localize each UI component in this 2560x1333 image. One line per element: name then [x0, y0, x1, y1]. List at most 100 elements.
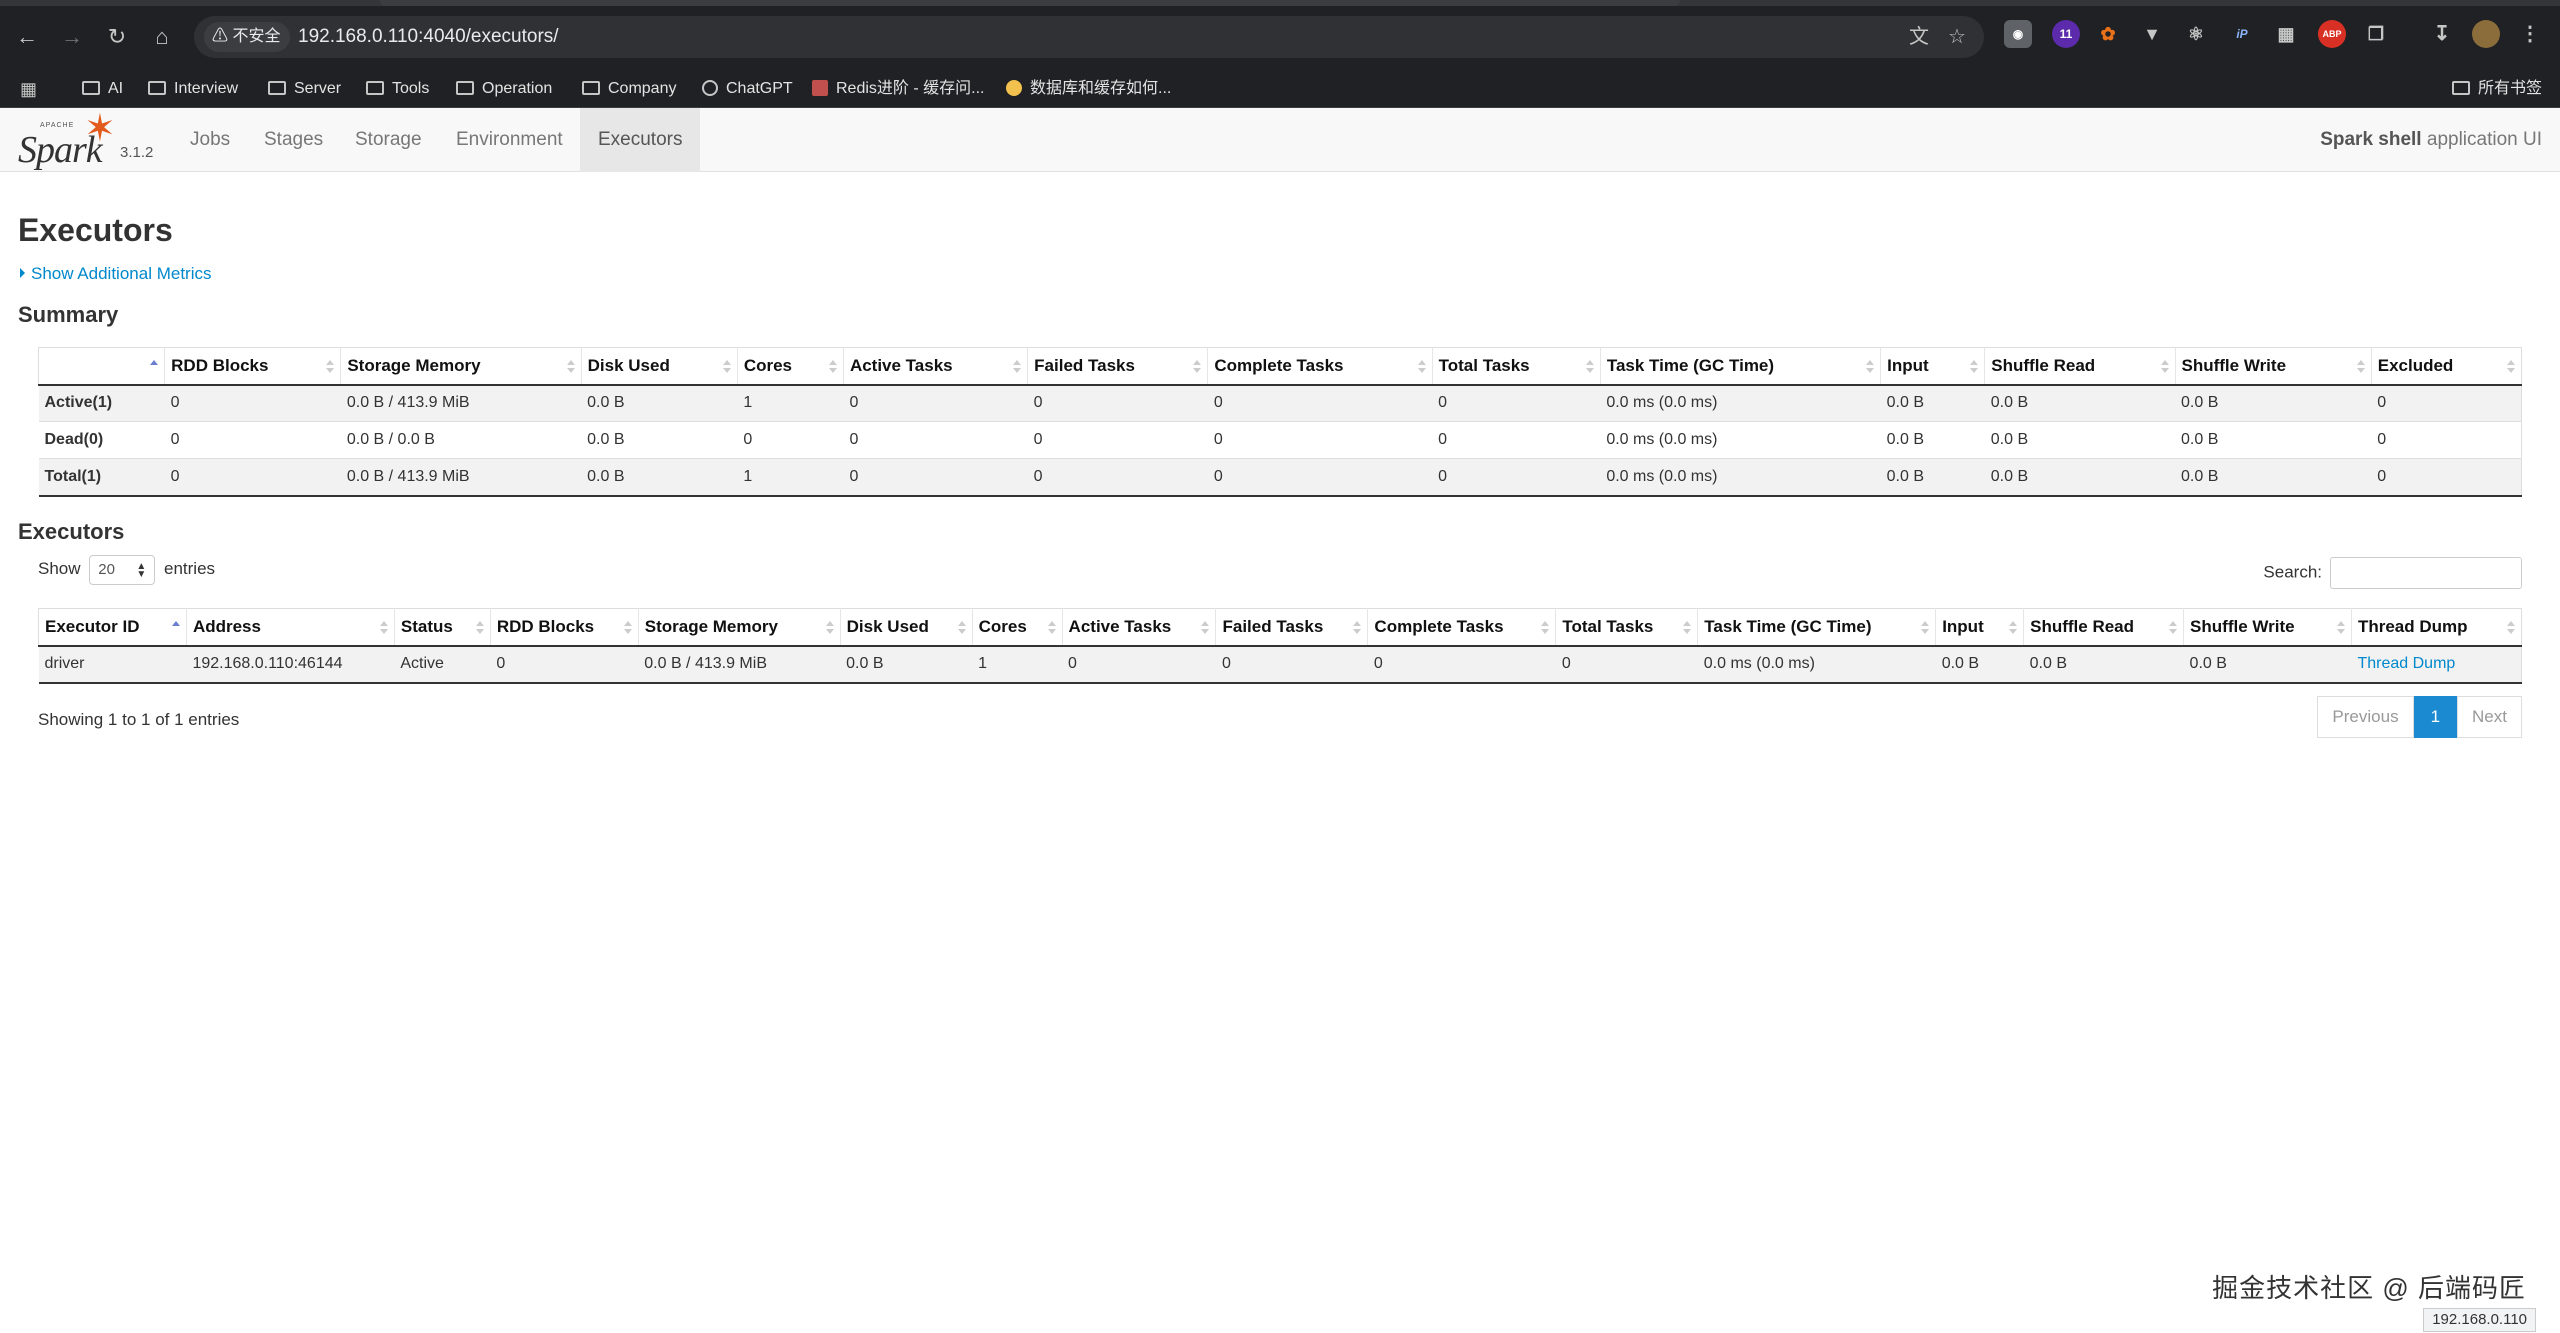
- column-header-disk-used[interactable]: Disk Used: [580, 347, 738, 386]
- extension-badge-icon[interactable]: 11: [2052, 20, 2080, 48]
- column-header-cores[interactable]: Cores: [736, 347, 844, 386]
- spark-star-icon: ✶: [84, 108, 116, 150]
- table-cell: 0: [1027, 458, 1208, 497]
- summary-heading: Summary: [18, 302, 119, 327]
- show-additional-metrics-link[interactable]: Show Additional Metrics: [20, 264, 211, 284]
- reload-icon[interactable]: ↻: [100, 20, 134, 54]
- column-header-storage-memory[interactable]: Storage Memory: [637, 608, 841, 647]
- address-bar[interactable]: ⚠ 不安全 192.168.0.110:4040/executors/ 文 ☆: [194, 16, 1984, 58]
- summary-table: RDD Blocks Storage Memory Disk Used Cores Ac…: [37, 347, 2522, 497]
- table-cell: 0.0 B / 413.9 MiB: [638, 645, 841, 684]
- column-header-address[interactable]: Address: [185, 608, 395, 647]
- extension-vue-icon[interactable]: ▼: [2138, 20, 2166, 48]
- translate-icon[interactable]: 文: [1906, 24, 1932, 50]
- column-header-task-time-gc-time[interactable]: Task Time (GC Time): [1599, 347, 1881, 386]
- sort-icon: [1013, 360, 1022, 374]
- next-button[interactable]: Next: [2457, 696, 2522, 738]
- active-browser-tab[interactable]: [380, 0, 1680, 6]
- table-row: Active(1) 0 0.0 B / 413.9 MiB 0.0 B 1 0 0 0 0 0.0…: [38, 384, 2522, 422]
- apps-grid-icon[interactable]: ▦: [20, 70, 37, 108]
- additional-metrics-label: Show Additional Metrics: [31, 264, 212, 283]
- column-header-input[interactable]: Input: [1880, 347, 1985, 386]
- column-header-label: RDD Blocks: [171, 355, 269, 375]
- column-header-shuffle-read[interactable]: Shuffle Read: [1984, 347, 2175, 386]
- browser-menu-icon[interactable]: ⋮: [2516, 20, 2544, 48]
- table-cell: 0.0 B: [1984, 421, 2175, 459]
- bookmark-company[interactable]: Company: [582, 70, 676, 108]
- column-header-label: Disk Used: [587, 355, 670, 375]
- table-row: driver 192.168.0.110:46144 Active 0 0.0 B / …: [38, 645, 2522, 684]
- home-icon[interactable]: ⌂: [145, 20, 179, 54]
- security-chip[interactable]: ⚠ 不安全: [204, 22, 291, 52]
- table-cell: 0: [1432, 421, 1601, 459]
- column-header-rdd-blocks[interactable]: RDD Blocks: [489, 608, 639, 647]
- bookmark-server[interactable]: Server: [268, 70, 341, 108]
- column-header-excluded[interactable]: Excluded: [2370, 347, 2522, 386]
- download-icon[interactable]: ↧: [2428, 20, 2456, 48]
- column-header-cores[interactable]: Cores: [971, 608, 1063, 647]
- folder-icon: [2451, 81, 2470, 95]
- column-header-complete-tasks[interactable]: Complete Tasks: [1207, 347, 1433, 386]
- table-cell: 0.0 B / 0.0 B: [340, 421, 582, 459]
- previous-button[interactable]: Previous: [2317, 696, 2414, 738]
- column-header-storage-memory[interactable]: Storage Memory: [340, 347, 582, 386]
- column-header-label: RDD Blocks: [496, 616, 595, 636]
- column-header-task-time-gc-time[interactable]: Task Time (GC Time): [1697, 608, 1936, 647]
- search-input[interactable]: [2330, 557, 2522, 589]
- extension-adblock-icon[interactable]: ABP: [2318, 20, 2346, 48]
- bookmark-ai[interactable]: AI: [82, 70, 123, 108]
- column-header-input[interactable]: Input: [1935, 608, 2024, 647]
- extension-react-icon[interactable]: ⚛: [2182, 20, 2210, 48]
- tab-environment[interactable]: Environment: [438, 108, 581, 172]
- tab-storage[interactable]: Storage: [337, 108, 440, 172]
- forward-icon[interactable]: →: [55, 20, 89, 54]
- back-icon[interactable]: ←: [10, 20, 44, 54]
- page-1-button[interactable]: 1: [2413, 696, 2458, 738]
- column-header-row-label[interactable]: [37, 347, 165, 386]
- tab-jobs[interactable]: Jobs: [172, 108, 248, 172]
- column-header-rdd-blocks[interactable]: RDD Blocks: [164, 347, 341, 386]
- thread-dump-link[interactable]: Thread Dump: [2351, 645, 2522, 684]
- extension-ip-icon[interactable]: iP: [2228, 20, 2256, 48]
- url-text[interactable]: 192.168.0.110:4040/executors/: [298, 16, 559, 58]
- column-header-shuffle-write[interactable]: Shuffle Write: [2183, 608, 2352, 647]
- column-header-active-tasks[interactable]: Active Tasks: [1061, 608, 1216, 647]
- column-header-disk-used[interactable]: Disk Used: [839, 608, 973, 647]
- extension-glasses-icon[interactable]: ◉: [2004, 20, 2032, 48]
- tab-executors[interactable]: Executors: [580, 108, 701, 172]
- tab-stages[interactable]: Stages: [246, 108, 341, 172]
- profile-avatar[interactable]: [2472, 20, 2500, 48]
- column-header-status[interactable]: Status: [393, 608, 491, 647]
- all-bookmarks[interactable]: 所有书签: [2451, 70, 2542, 108]
- column-header-executor-id[interactable]: Executor ID: [38, 608, 187, 647]
- page-size-select[interactable]: 20 ▲ ▼: [89, 554, 156, 585]
- column-header-active-tasks[interactable]: Active Tasks: [842, 347, 1028, 386]
- column-header-total-tasks[interactable]: Total Tasks: [1431, 347, 1601, 386]
- column-header-thread-dump[interactable]: Thread Dump: [2350, 608, 2522, 647]
- bookmark-database[interactable]: 数据库和缓存如何...: [1006, 70, 1171, 108]
- column-header-failed-tasks[interactable]: Failed Tasks: [1215, 608, 1368, 647]
- bookmark-operation[interactable]: Operation: [456, 70, 552, 108]
- bookmark-tools[interactable]: Tools: [366, 70, 429, 108]
- table-cell: 0: [1555, 645, 1698, 684]
- extensions-puzzle-icon[interactable]: ❐: [2362, 20, 2390, 48]
- column-header-label: Task Time (GC Time): [1704, 616, 1872, 636]
- table-cell: 0: [1207, 458, 1433, 497]
- bookmark-star-icon[interactable]: ☆: [1944, 24, 1970, 50]
- extension-grid-icon[interactable]: ▦: [2272, 20, 2300, 48]
- column-header-failed-tasks[interactable]: Failed Tasks: [1027, 347, 1208, 386]
- column-header-shuffle-read[interactable]: Shuffle Read: [2023, 608, 2184, 647]
- table-cell: 0.0 ms (0.0 ms): [1600, 384, 1881, 422]
- column-header-label: Active Tasks: [1068, 616, 1172, 636]
- extension-cookie-icon[interactable]: ✿: [2094, 20, 2122, 48]
- bookmark-interview[interactable]: Interview: [148, 70, 238, 108]
- column-header-label: Input: [1942, 616, 1984, 636]
- all-bookmarks-label: 所有书签: [2477, 80, 2542, 97]
- bookmark-redis[interactable]: Redis进阶 - 缓存问...: [812, 70, 984, 108]
- column-header-complete-tasks[interactable]: Complete Tasks: [1367, 608, 1556, 647]
- column-header-total-tasks[interactable]: Total Tasks: [1555, 608, 1698, 647]
- column-header-label: Thread Dump: [2357, 616, 2468, 636]
- application-name: Spark shell application UI: [2320, 108, 2542, 172]
- bookmark-chatgpt[interactable]: ChatGPT: [702, 70, 793, 108]
- column-header-shuffle-write[interactable]: Shuffle Write: [2174, 347, 2372, 386]
